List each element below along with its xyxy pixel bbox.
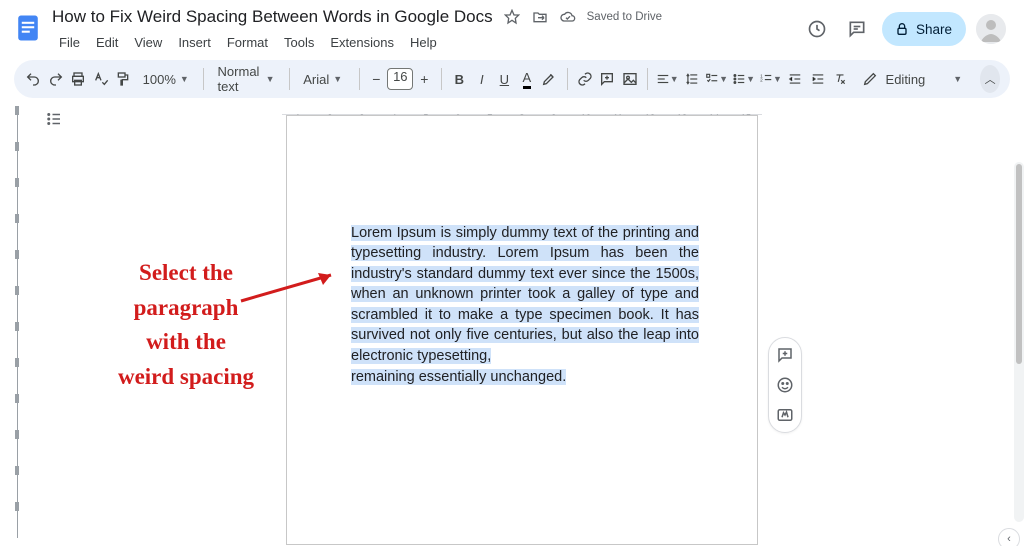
document-title[interactable]: How to Fix Weird Spacing Between Words i… (52, 7, 493, 27)
separator (647, 68, 648, 90)
header-right: Share (802, 6, 1014, 46)
lock-icon (894, 21, 910, 37)
horizontal-ruler[interactable]: 123456789101112131415 (282, 102, 762, 115)
separator (203, 68, 204, 90)
cloud-saved-icon[interactable] (559, 8, 577, 26)
pencil-icon (862, 71, 878, 87)
line-spacing-button[interactable] (683, 66, 702, 92)
increase-font-size-button[interactable]: + (415, 68, 433, 90)
chevron-down-icon: ▼ (746, 74, 755, 84)
document-paragraph[interactable]: Lorem Ipsum is simply dummy text of the … (351, 223, 699, 388)
font-value: Arial (303, 72, 329, 87)
chevron-down-icon: ▼ (670, 74, 679, 84)
add-comment-button[interactable] (774, 344, 796, 366)
annotation-line: Select the (139, 260, 233, 285)
separator (289, 68, 290, 90)
workspace: 123456789101112131415 Lorem Ipsum is sim… (0, 102, 1024, 546)
separator (567, 68, 568, 90)
insert-comment-button[interactable] (598, 66, 617, 92)
chevron-down-icon: ▼ (180, 74, 189, 84)
share-button[interactable]: Share (882, 12, 966, 46)
mode-dropdown[interactable]: Editing ▼ (854, 71, 971, 87)
highlight-button[interactable] (540, 66, 559, 92)
comments-icon[interactable] (842, 14, 872, 44)
increase-indent-button[interactable] (808, 66, 827, 92)
bold-button[interactable]: B (450, 66, 469, 92)
font-dropdown[interactable]: Arial ▼ (297, 66, 350, 92)
align-button[interactable]: ▼ (656, 66, 679, 92)
vertical-ruler[interactable] (10, 102, 24, 546)
share-label: Share (916, 22, 952, 37)
menu-extensions[interactable]: Extensions (323, 33, 401, 52)
decrease-font-size-button[interactable]: − (367, 68, 385, 90)
style-value: Normal text (218, 64, 262, 94)
paint-format-button[interactable] (114, 66, 133, 92)
canvas: 123456789101112131415 Lorem Ipsum is sim… (24, 102, 1024, 546)
last-edit-icon[interactable] (802, 14, 832, 44)
menu-format[interactable]: Format (220, 33, 275, 52)
text-color-button[interactable]: A (518, 66, 537, 92)
menu-insert[interactable]: Insert (171, 33, 218, 52)
italic-button[interactable]: I (473, 66, 492, 92)
menu-tools[interactable]: Tools (277, 33, 321, 52)
menu-file[interactable]: File (52, 33, 87, 52)
font-size-control: − 16 + (367, 68, 433, 90)
chevron-down-icon: ▼ (719, 74, 728, 84)
redo-button[interactable] (47, 66, 66, 92)
move-icon[interactable] (531, 8, 549, 26)
selected-text-last-line[interactable]: remaining essentially unchanged. (351, 369, 566, 385)
chevron-down-icon: ▼ (953, 74, 962, 84)
undo-button[interactable] (24, 66, 43, 92)
explore-button[interactable]: ‹ (998, 528, 1020, 546)
collapse-toolbar-button[interactable]: ︿ (980, 65, 1000, 93)
title-block: How to Fix Weird Spacing Between Words i… (46, 6, 802, 54)
underline-button[interactable]: U (495, 66, 514, 92)
annotation-line: with the (146, 329, 226, 354)
separator (359, 68, 360, 90)
clear-formatting-button[interactable] (831, 66, 850, 92)
selection-action-bar (768, 337, 802, 433)
menu-bar: File Edit View Insert Format Tools Exten… (52, 30, 802, 54)
annotation-line: paragraph (134, 295, 239, 320)
add-emoji-reaction-button[interactable] (774, 374, 796, 396)
annotation-line: weird spacing (118, 364, 254, 389)
saved-label: Saved to Drive (587, 11, 662, 23)
selected-text[interactable]: Lorem Ipsum is simply dummy text of the … (351, 225, 699, 364)
insert-image-button[interactable] (620, 66, 639, 92)
chevron-down-icon: ▼ (773, 74, 782, 84)
separator (441, 68, 442, 90)
show-outline-button[interactable] (42, 107, 66, 131)
mode-label: Editing (886, 72, 926, 87)
toolbar: 100% ▼ Normal text ▼ Arial ▼ − 16 + B I U A… (14, 60, 1010, 98)
chevron-down-icon: ▼ (266, 74, 275, 84)
paragraph-style-dropdown[interactable]: Normal text ▼ (212, 66, 281, 92)
star-icon[interactable] (503, 8, 521, 26)
document-page[interactable]: Lorem Ipsum is simply dummy text of the … (286, 115, 758, 545)
annotation-arrow (239, 267, 344, 307)
font-size-input[interactable]: 16 (387, 68, 413, 90)
docs-logo[interactable] (10, 10, 46, 46)
chevron-down-icon: ▼ (333, 74, 342, 84)
svg-text:2: 2 (760, 77, 763, 82)
user-avatar[interactable] (976, 14, 1006, 44)
scrollbar-thumb[interactable] (1016, 164, 1022, 364)
checklist-button[interactable]: ▼ (705, 66, 728, 92)
app-header: How to Fix Weird Spacing Between Words i… (0, 0, 1024, 54)
zoom-value: 100% (143, 72, 176, 87)
zoom-dropdown[interactable]: 100% ▼ (137, 66, 195, 92)
menu-help[interactable]: Help (403, 33, 444, 52)
suggest-edits-button[interactable] (774, 404, 796, 426)
decrease-indent-button[interactable] (786, 66, 805, 92)
menu-edit[interactable]: Edit (89, 33, 125, 52)
print-button[interactable] (69, 66, 88, 92)
numbered-list-button[interactable]: 12▼ (759, 66, 782, 92)
insert-link-button[interactable] (575, 66, 594, 92)
spellcheck-button[interactable] (92, 66, 111, 92)
vertical-scrollbar[interactable] (1014, 162, 1024, 522)
menu-view[interactable]: View (127, 33, 169, 52)
bulleted-list-button[interactable]: ▼ (732, 66, 755, 92)
